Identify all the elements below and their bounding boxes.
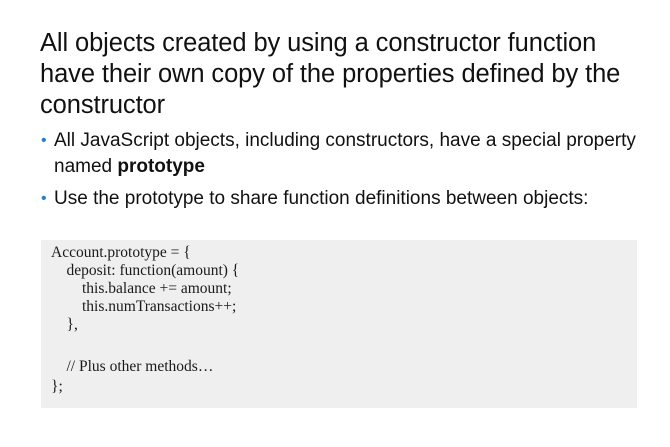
bullet-list: • All JavaScript objects, including cons… [40, 128, 660, 218]
slide: All objects created by using a construct… [0, 0, 670, 447]
code-line: Account.prototype = { [51, 244, 191, 261]
code-line: // Plus other methods… [51, 358, 214, 375]
code-line: }; [51, 378, 63, 395]
bullet-item-share-functions: • Use the prototype to share function de… [40, 186, 660, 212]
bullet-item-prototype-property: • All JavaScript objects, including cons… [40, 128, 660, 180]
code-line: }, [51, 316, 78, 333]
code-line: deposit: function(amount) { [51, 262, 240, 279]
bullet-emphasis: prototype [117, 156, 205, 177]
code-block: Account.prototype = { deposit: function(… [41, 240, 637, 408]
bullet-marker-icon: • [41, 190, 47, 207]
bullet-marker-icon: • [41, 132, 47, 149]
bullet-text: Use the prototype to share function defi… [54, 188, 589, 209]
slide-title: All objects created by using a construct… [40, 29, 621, 119]
code-line: this.balance += amount; [51, 280, 232, 297]
code-line: this.numTransactions++; [51, 298, 237, 315]
